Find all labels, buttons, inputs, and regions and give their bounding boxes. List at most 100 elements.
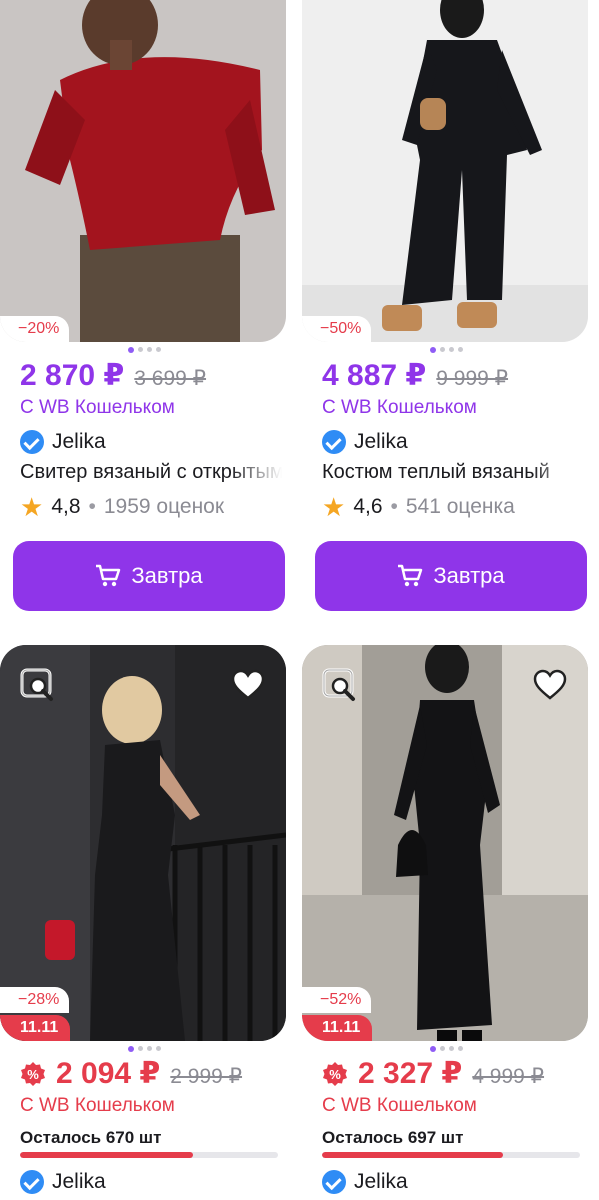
stock-label: Осталось 670 шт bbox=[20, 1128, 162, 1147]
pager-dot bbox=[128, 1045, 134, 1052]
price-row: 2 870 ₽ 3 699 ₽ bbox=[20, 358, 206, 393]
favorite-button[interactable] bbox=[530, 665, 570, 705]
price: 2 094 ₽ bbox=[56, 1057, 161, 1090]
product-photo bbox=[302, 0, 588, 342]
stock-bar bbox=[20, 1152, 278, 1158]
brand[interactable]: Jelika bbox=[322, 430, 408, 454]
discount-badge: −50% bbox=[302, 316, 372, 342]
photo-search-button[interactable] bbox=[18, 665, 58, 705]
old-price: 4 999 ₽ bbox=[472, 1065, 545, 1088]
pager-dot bbox=[430, 1045, 436, 1052]
brand[interactable]: Jelika bbox=[20, 430, 106, 454]
product-card[interactable]: −20% 2 870 ₽ 3 699 ₽ С WB Кошельком Jeli… bbox=[0, 0, 286, 620]
pager-dot bbox=[147, 347, 152, 352]
image-pager bbox=[430, 1045, 463, 1052]
separator: • bbox=[88, 495, 96, 518]
reviews-count[interactable]: 541 оценка bbox=[406, 495, 515, 519]
brand[interactable]: Jelika bbox=[20, 1170, 106, 1194]
brand[interactable]: Jelika bbox=[322, 1170, 408, 1194]
old-price: 2 999 ₽ bbox=[170, 1065, 243, 1088]
discount-badge: −28% bbox=[0, 987, 70, 1013]
brand-name: Jelika bbox=[354, 1170, 408, 1193]
product-card[interactable]: −52% 11.11 % 2 327 ₽ 4 999 ₽ С WB Кошель… bbox=[302, 645, 588, 1200]
product-name[interactable]: Свитер вязаный с открытыми плечами bbox=[20, 461, 282, 484]
discount-badge: −52% bbox=[302, 987, 372, 1013]
sale-percent-icon: % bbox=[21, 1061, 45, 1086]
discount-badge: −20% bbox=[0, 316, 70, 342]
buy-label: Завтра bbox=[433, 563, 505, 588]
product-name[interactable]: Костюм теплый вязаный bbox=[322, 461, 584, 484]
heart-icon bbox=[231, 669, 265, 700]
svg-text:%: % bbox=[27, 1067, 39, 1082]
pager-dot bbox=[147, 1046, 152, 1051]
rating: ★ 4,8 • 1959 оценок bbox=[20, 494, 224, 520]
pager-dot bbox=[458, 1046, 463, 1051]
reviews-count[interactable]: 1959 оценок bbox=[104, 495, 224, 519]
svg-text:%: % bbox=[329, 1067, 341, 1082]
star-icon: ★ bbox=[322, 492, 346, 522]
sale-percent-icon: % bbox=[323, 1061, 347, 1086]
wallet-label: С WB Кошельком bbox=[322, 397, 477, 418]
image-pager bbox=[430, 346, 463, 353]
verified-check-icon bbox=[322, 1170, 346, 1194]
sale-badge: 11.11 bbox=[302, 1015, 373, 1041]
product-image[interactable]: −28% 11.11 bbox=[0, 645, 286, 1041]
favorite-button[interactable] bbox=[228, 665, 268, 705]
cart-icon bbox=[96, 564, 121, 587]
pager-dot bbox=[458, 347, 463, 352]
rating: ★ 4,6 • 541 оценка bbox=[322, 494, 515, 520]
old-price: 3 699 ₽ bbox=[134, 367, 207, 390]
wallet-label: С WB Кошельком bbox=[322, 1095, 477, 1116]
stock-bar-fill bbox=[20, 1152, 193, 1158]
rating-value: 4,6 bbox=[353, 495, 383, 518]
wallet-label: С WB Кошельком bbox=[20, 1095, 175, 1116]
verified-check-icon bbox=[322, 430, 346, 454]
product-image[interactable]: −50% bbox=[302, 0, 588, 342]
product-image[interactable]: −20% bbox=[0, 0, 286, 342]
pager-dot bbox=[440, 1046, 445, 1051]
product-photo bbox=[0, 0, 286, 342]
pager-dot bbox=[430, 346, 436, 353]
price: 4 887 ₽ bbox=[322, 359, 427, 392]
pager-dot bbox=[449, 1046, 454, 1051]
stock-label: Осталось 697 шт bbox=[322, 1128, 464, 1147]
product-grid: −20% 2 870 ₽ 3 699 ₽ С WB Кошельком Jeli… bbox=[0, 0, 599, 1200]
brand-name: Jelika bbox=[52, 430, 106, 453]
add-to-cart-button[interactable]: Завтра bbox=[315, 541, 587, 611]
price-row: % 2 094 ₽ 2 999 ₽ bbox=[20, 1056, 242, 1091]
pager-dot bbox=[138, 1046, 143, 1051]
photo-search-button[interactable] bbox=[320, 665, 360, 705]
separator: • bbox=[390, 495, 398, 518]
price: 2 327 ₽ bbox=[358, 1057, 463, 1090]
photo-search-icon bbox=[20, 668, 53, 701]
verified-check-icon bbox=[20, 430, 44, 454]
brand-name: Jelika bbox=[354, 430, 408, 453]
brand-name: Jelika bbox=[52, 1170, 106, 1193]
pager-dot bbox=[128, 346, 134, 353]
image-pager bbox=[128, 346, 161, 353]
stock-bar bbox=[322, 1152, 580, 1158]
product-card[interactable]: −50% 4 887 ₽ 9 999 ₽ С WB Кошельком Jeli… bbox=[302, 0, 588, 620]
pager-dot bbox=[156, 347, 161, 352]
pager-dot bbox=[138, 347, 143, 352]
stock-bar-fill bbox=[322, 1152, 503, 1158]
sale-badge: 11.11 bbox=[0, 1015, 71, 1041]
price-row: % 2 327 ₽ 4 999 ₽ bbox=[322, 1056, 544, 1091]
image-pager bbox=[128, 1045, 161, 1052]
pager-dot bbox=[156, 1046, 161, 1051]
product-card[interactable]: −28% 11.11 % 2 094 ₽ 2 999 ₽ С WB Кошель… bbox=[0, 645, 286, 1200]
wallet-label: С WB Кошельком bbox=[20, 397, 175, 418]
price-row: 4 887 ₽ 9 999 ₽ bbox=[322, 358, 508, 393]
pager-dot bbox=[449, 347, 454, 352]
add-to-cart-button[interactable]: Завтра bbox=[13, 541, 285, 611]
product-image[interactable]: −52% 11.11 bbox=[302, 645, 588, 1041]
heart-icon bbox=[533, 669, 567, 700]
star-icon: ★ bbox=[20, 492, 44, 522]
verified-check-icon bbox=[20, 1170, 44, 1194]
old-price: 9 999 ₽ bbox=[436, 367, 509, 390]
rating-value: 4,8 bbox=[51, 495, 81, 518]
photo-search-icon bbox=[322, 668, 355, 701]
price: 2 870 ₽ bbox=[20, 359, 125, 392]
buy-label: Завтра bbox=[131, 563, 203, 588]
pager-dot bbox=[440, 347, 445, 352]
